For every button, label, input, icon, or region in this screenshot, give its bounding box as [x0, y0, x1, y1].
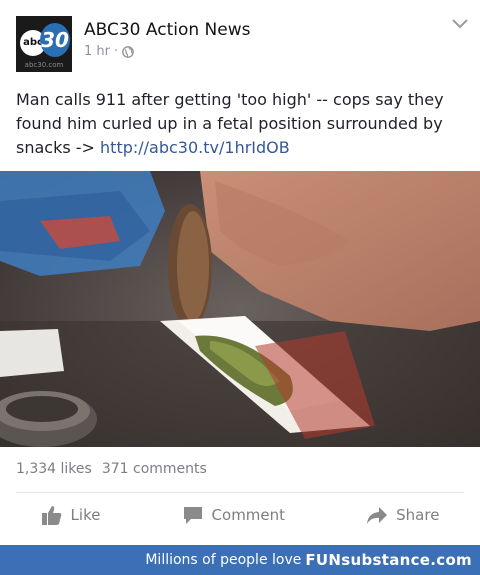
like-label: Like	[70, 506, 101, 524]
globe-icon	[122, 45, 134, 58]
comment-icon	[183, 507, 202, 524]
post-stats: 1,334 likes 371 comments	[16, 461, 207, 477]
divider	[16, 492, 464, 493]
comments-count[interactable]: 371 comments	[102, 461, 207, 477]
page-name-link[interactable]: ABC30 Action News	[84, 20, 250, 40]
avatar-strip: abc30.com	[24, 61, 64, 69]
post-time[interactable]: 1 hr	[84, 44, 110, 59]
comment-button[interactable]: Comment	[182, 504, 286, 526]
post-photo[interactable]	[0, 171, 480, 447]
comment-label: Comment	[211, 506, 286, 524]
like-button[interactable]: Like	[41, 504, 101, 526]
action-bar: Like Comment Share	[0, 494, 480, 536]
share-arrow-icon	[367, 507, 388, 524]
post-link[interactable]: http://abc30.tv/1hrIdOB	[100, 138, 290, 157]
avatar-30-logo: 30	[40, 23, 70, 57]
meta-separator: ·	[114, 44, 119, 59]
banner-brand: FUNsubstance.com	[305, 551, 472, 569]
photo-illustration	[0, 171, 480, 447]
share-label: Share	[396, 506, 440, 524]
chevron-down-icon[interactable]	[450, 16, 470, 32]
thumbs-up-icon	[41, 506, 61, 525]
share-button[interactable]: Share	[366, 504, 439, 526]
funsubstance-banner[interactable]: Millions of people love FUNsubstance.com	[0, 545, 480, 575]
post-text: Man calls 911 after getting 'too high' -…	[16, 88, 466, 160]
banner-text: Millions of people love	[145, 552, 302, 568]
likes-count[interactable]: 1,334 likes	[16, 461, 92, 477]
page-avatar[interactable]: abc 30 abc30.com	[16, 16, 72, 72]
post-meta: 1 hr ·	[84, 44, 134, 59]
facebook-post: abc 30 abc30.com ABC30 Action News 1 hr …	[0, 0, 480, 545]
